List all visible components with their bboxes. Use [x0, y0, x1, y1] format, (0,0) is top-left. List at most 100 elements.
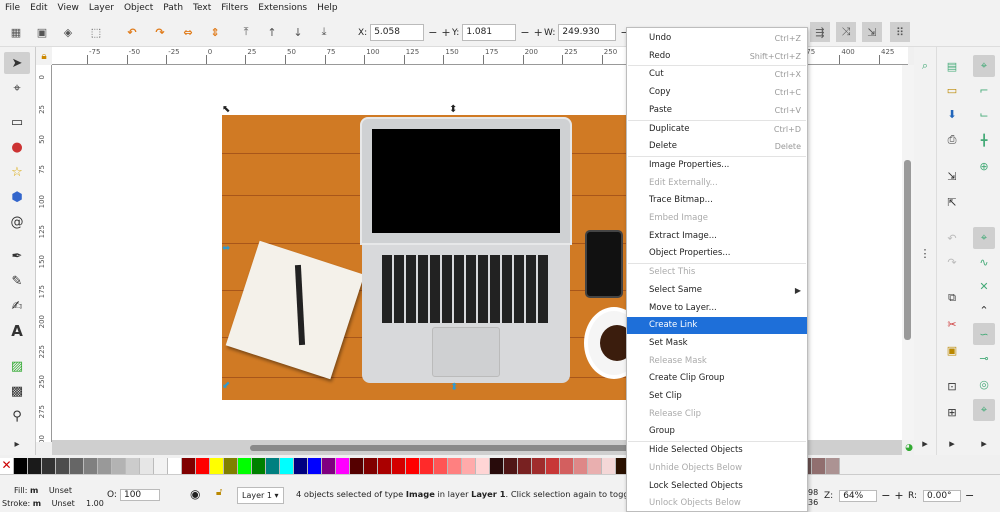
- menu-layer[interactable]: Layer: [84, 0, 119, 17]
- context-menu-item-redo[interactable]: Redo Shift+Ctrl+Z: [627, 48, 807, 65]
- star-tool-icon[interactable]: ☆: [4, 161, 30, 183]
- select-all-layers-icon[interactable]: ▣: [32, 22, 52, 42]
- layer-lock-icon[interactable]: 🔓︎: [216, 487, 222, 498]
- color-swatch[interactable]: [98, 458, 112, 474]
- color-swatch[interactable]: [322, 458, 336, 474]
- scale-handle-top[interactable]: ⬍: [449, 104, 457, 115]
- rotate-handle-bottom-left[interactable]: ⬋: [222, 380, 230, 391]
- color-swatch[interactable]: [560, 458, 574, 474]
- snap-bbox-corner-icon[interactable]: ⌙: [973, 103, 995, 125]
- more-snap-options-icon[interactable]: ▸: [973, 432, 995, 454]
- context-menu-item-extract-image[interactable]: Extract Image...: [627, 228, 807, 245]
- context-menu-item-lock-selected-objects[interactable]: Lock Selected Objects: [627, 478, 807, 495]
- open-icon[interactable]: ▭: [941, 79, 963, 101]
- rotate-decrement-button[interactable]: −: [965, 489, 974, 502]
- menu-path[interactable]: Path: [158, 0, 188, 17]
- menu-view[interactable]: View: [53, 0, 84, 17]
- flip-horizontal-icon[interactable]: ⇔: [178, 22, 198, 42]
- color-swatch[interactable]: [518, 458, 532, 474]
- y-increment-button[interactable]: +: [534, 26, 543, 39]
- color-swatch[interactable]: [336, 458, 350, 474]
- snap-toggle-icon[interactable]: ⌕: [914, 55, 936, 77]
- color-swatch[interactable]: [602, 458, 616, 474]
- color-swatch[interactable]: [112, 458, 126, 474]
- snap-bbox-center-icon[interactable]: ⊕: [973, 155, 995, 177]
- pencil-tool-icon[interactable]: ✎: [4, 270, 30, 292]
- vertical-scroll-thumb[interactable]: [904, 160, 911, 340]
- layer-visibility-icon[interactable]: ◉: [190, 487, 200, 501]
- snap-intersections-icon[interactable]: ✕: [973, 275, 995, 297]
- menu-object[interactable]: Object: [119, 0, 158, 17]
- y-decrement-button[interactable]: −: [520, 26, 529, 39]
- rotate-handle-top-left[interactable]: ⬉: [222, 104, 230, 115]
- color-swatch[interactable]: [210, 458, 224, 474]
- color-swatch[interactable]: [266, 458, 280, 474]
- color-swatch[interactable]: [182, 458, 196, 474]
- context-menu-item-delete[interactable]: Delete Delete: [627, 138, 807, 155]
- color-swatch[interactable]: [490, 458, 504, 474]
- color-swatch[interactable]: [476, 458, 490, 474]
- context-menu-item-create-clip-group[interactable]: Create Clip Group: [627, 370, 807, 387]
- lower-icon[interactable]: ↓: [288, 22, 308, 42]
- color-swatch[interactable]: [448, 458, 462, 474]
- color-swatch[interactable]: [378, 458, 392, 474]
- color-swatch[interactable]: [406, 458, 420, 474]
- color-swatch[interactable]: [546, 458, 560, 474]
- color-swatch[interactable]: [14, 458, 28, 474]
- color-swatch[interactable]: [364, 458, 378, 474]
- color-swatch[interactable]: [126, 458, 140, 474]
- context-menu-item-create-link[interactable]: Create Link: [627, 317, 807, 335]
- more-snap-icon[interactable]: ⋮: [914, 242, 936, 264]
- color-swatch[interactable]: [826, 458, 840, 474]
- snap-bbox-edge-icon[interactable]: ⌐: [973, 79, 995, 101]
- color-swatch[interactable]: [28, 458, 42, 474]
- layer-dropdown[interactable]: Layer 1 ▾: [237, 487, 284, 504]
- context-menu-item-copy[interactable]: Copy Ctrl+C: [627, 84, 807, 101]
- rotate-ccw-icon[interactable]: ↶: [122, 22, 142, 42]
- transform-pattern-icon[interactable]: ⠿: [890, 22, 910, 42]
- new-document-icon[interactable]: ▤: [941, 55, 963, 77]
- color-swatch[interactable]: [224, 458, 238, 474]
- scale-handle-bottom[interactable]: ⬍: [450, 382, 458, 393]
- context-menu-item-image-properties[interactable]: Image Properties...: [627, 157, 807, 174]
- zoom-input[interactable]: 64%: [839, 489, 878, 502]
- color-swatch[interactable]: [574, 458, 588, 474]
- snap-paths-icon[interactable]: ∿: [973, 251, 995, 273]
- context-menu-item-set-clip[interactable]: Set Clip: [627, 388, 807, 405]
- selector-tool-icon[interactable]: ➤: [4, 52, 30, 74]
- scale-handle-left[interactable]: ⬌: [222, 243, 230, 254]
- color-swatch[interactable]: [140, 458, 154, 474]
- text-tool-icon[interactable]: A: [4, 320, 30, 342]
- snap-smooth-icon[interactable]: ∽: [973, 323, 995, 345]
- lower-to-bottom-icon[interactable]: ⤓: [314, 22, 334, 42]
- import-icon[interactable]: ⇲: [941, 165, 963, 187]
- x-input[interactable]: 5.058: [370, 24, 425, 41]
- context-menu-item-paste[interactable]: Paste Ctrl+V: [627, 102, 807, 119]
- rectangle-tool-icon[interactable]: ▭: [4, 111, 30, 133]
- context-menu-item-hide-selected-objects[interactable]: Hide Selected Objects: [627, 442, 807, 459]
- color-swatch[interactable]: [308, 458, 322, 474]
- cut-icon[interactable]: ✂: [941, 313, 963, 335]
- snap-page-icon[interactable]: ⌖: [973, 399, 995, 421]
- y-input[interactable]: 1.081: [462, 24, 517, 41]
- lock-guides-icon[interactable]: 🔒︎: [36, 47, 52, 65]
- zoom-drawing-icon[interactable]: ⊞: [941, 401, 963, 423]
- menu-filters[interactable]: Filters: [216, 0, 253, 17]
- context-menu-item-move-to-layer[interactable]: Move to Layer...: [627, 300, 807, 317]
- node-tool-icon[interactable]: ⌖: [4, 77, 30, 99]
- menu-file[interactable]: File: [0, 0, 25, 17]
- paste-icon[interactable]: ▣: [941, 339, 963, 361]
- stroke-indicator[interactable]: Stroke: m Unset: [2, 499, 82, 508]
- zoom-out-button[interactable]: −: [881, 489, 890, 502]
- zoom-in-button[interactable]: +: [894, 489, 903, 502]
- selected-image[interactable]: [222, 115, 626, 400]
- raise-icon[interactable]: ↑: [262, 22, 282, 42]
- snap-nodes-icon[interactable]: ⌖: [973, 227, 995, 249]
- export-icon[interactable]: ⇱: [941, 191, 963, 213]
- context-menu-item-object-properties[interactable]: Object Properties...: [627, 245, 807, 262]
- rotate-input[interactable]: 0.00°: [923, 489, 962, 502]
- w-input[interactable]: 249.930: [558, 24, 617, 41]
- color-swatch[interactable]: [252, 458, 266, 474]
- select-all-icon[interactable]: ▦: [6, 22, 26, 42]
- calligraphy-tool-icon[interactable]: ✍: [4, 295, 30, 317]
